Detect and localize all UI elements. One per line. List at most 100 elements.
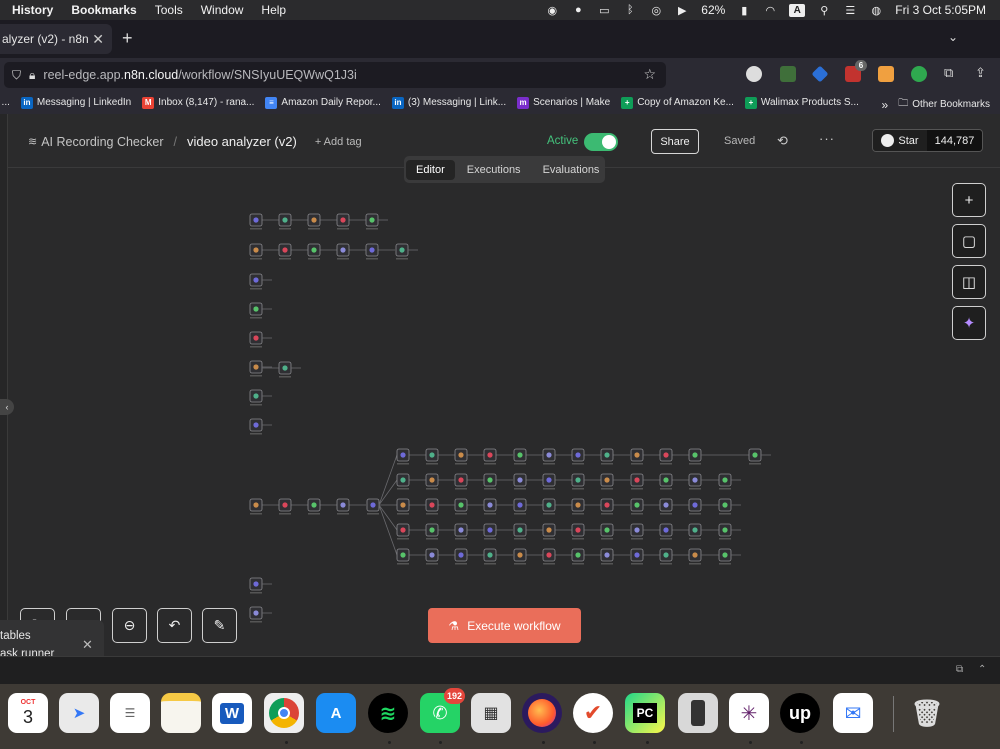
history-icon[interactable]: ⟲	[777, 133, 788, 149]
workflow-node[interactable]	[483, 548, 497, 565]
extensions-puzzle-icon[interactable]: ⧉	[944, 65, 953, 81]
workflow-node[interactable]	[600, 523, 614, 540]
mail-icon[interactable]: ✉	[833, 693, 873, 733]
workflow-node[interactable]	[278, 361, 292, 378]
workflow-node[interactable]	[718, 473, 732, 490]
workflow-node[interactable]	[630, 473, 644, 490]
trash-icon[interactable]: 🗑︎	[907, 693, 947, 733]
workflow-node[interactable]	[336, 498, 350, 515]
browser-tab[interactable]: alyzer (v2) - n8n ✕	[0, 24, 112, 54]
tab-executions[interactable]: Executions	[457, 160, 531, 180]
workflow-node[interactable]	[688, 448, 702, 465]
workflow-node[interactable]	[600, 448, 614, 465]
workflow-node[interactable]	[483, 473, 497, 490]
workflow-node[interactable]	[249, 273, 263, 290]
ai-sparkle-icon[interactable]: ✦	[952, 306, 986, 340]
share-icon[interactable]: ⇪	[975, 65, 986, 81]
workflow-node[interactable]	[542, 473, 556, 490]
iphone-mirroring-icon[interactable]	[678, 693, 718, 733]
workflow-node[interactable]	[513, 448, 527, 465]
menu-help[interactable]: Help	[261, 3, 286, 17]
workflow-canvas[interactable]: + ▢ ◫ ✦	[8, 168, 1000, 656]
workflow-node[interactable]	[249, 389, 263, 406]
extension-icon[interactable]	[878, 66, 894, 82]
slack-icon[interactable]: ✳	[729, 693, 769, 733]
github-star-button[interactable]: Star 144,787	[872, 129, 983, 152]
battery-icon[interactable]: ▮	[737, 4, 751, 17]
workflow-node[interactable]	[688, 548, 702, 565]
workflow-node[interactable]	[454, 548, 468, 565]
control-center-icon[interactable]: ☰	[843, 4, 857, 17]
bookmark-star-icon[interactable]: ☆	[643, 66, 656, 83]
workflow-node[interactable]	[454, 448, 468, 465]
workflow-node[interactable]	[630, 448, 644, 465]
workflow-node[interactable]	[542, 523, 556, 540]
bookmark-item[interactable]: t ...	[0, 97, 10, 108]
reminders-icon[interactable]: ☰	[110, 693, 150, 733]
close-icon[interactable]: ✕	[82, 637, 93, 653]
new-tab-icon[interactable]: +	[122, 29, 133, 47]
workflow-node[interactable]	[688, 473, 702, 490]
workflow-node[interactable]	[425, 473, 439, 490]
workflow-node[interactable]	[630, 548, 644, 565]
workflow-node[interactable]	[483, 523, 497, 540]
share-button[interactable]: Share	[651, 129, 699, 154]
workflow-node[interactable]	[659, 523, 673, 540]
workflow-node[interactable]	[249, 213, 263, 230]
tidy-up-button[interactable]: ✎	[202, 608, 237, 643]
chevron-double-right-icon[interactable]: »	[882, 98, 889, 112]
maps-icon[interactable]: ➤	[59, 693, 99, 733]
more-icon[interactable]: ···	[819, 131, 835, 146]
workflow-node[interactable]	[542, 548, 556, 565]
bookmark-item[interactable]: M Inbox (8,147) - rana...	[142, 96, 254, 109]
chevron-down-icon[interactable]: ⌄	[948, 30, 958, 44]
workflow-node[interactable]	[249, 302, 263, 319]
accessibility-icon[interactable]: ◎	[649, 4, 663, 17]
user-icon[interactable]: ●	[571, 4, 585, 16]
sticky-note-icon[interactable]: ▢	[952, 224, 986, 258]
workflow-node[interactable]	[600, 473, 614, 490]
input-source-icon[interactable]: A	[789, 3, 806, 17]
add-node-button[interactable]: +	[952, 183, 986, 217]
workflow-node[interactable]	[571, 523, 585, 540]
workflow-node[interactable]	[542, 448, 556, 465]
workflow-node[interactable]	[513, 523, 527, 540]
workflow-node[interactable]	[571, 473, 585, 490]
calculator-icon[interactable]: ▦	[471, 693, 511, 733]
panel-icon[interactable]: ◫	[952, 265, 986, 299]
workflow-node[interactable]	[278, 243, 292, 260]
workflow-node[interactable]	[396, 548, 410, 565]
whatsapp-icon[interactable]: ✆ 192	[420, 688, 465, 733]
workflow-node[interactable]	[249, 577, 263, 594]
upwork-icon[interactable]: up	[780, 693, 820, 733]
workflow-node[interactable]	[366, 498, 380, 515]
workflow-node[interactable]	[249, 418, 263, 435]
extension-icon[interactable]: 6	[845, 60, 867, 82]
undo-button[interactable]: ↶	[157, 608, 192, 643]
workflow-node[interactable]	[600, 548, 614, 565]
zoom-out-button[interactable]: ⊖	[112, 608, 147, 643]
workflow-node[interactable]	[278, 498, 292, 515]
word-icon[interactable]: W	[212, 693, 252, 733]
extension-icon[interactable]	[811, 65, 829, 83]
workflow-node[interactable]	[396, 473, 410, 490]
display-icon[interactable]: ▭	[597, 4, 611, 17]
workflow-node[interactable]	[659, 498, 673, 515]
tracker-icon[interactable]: ✔	[573, 693, 613, 733]
bookmark-item[interactable]: ≡ Amazon Daily Repor...	[265, 96, 381, 109]
breadcrumb-project[interactable]: AI Recording Checker	[41, 135, 163, 149]
menu-history[interactable]: History	[12, 3, 53, 17]
app-store-icon[interactable]: A	[316, 693, 356, 733]
menu-window[interactable]: Window	[201, 3, 244, 17]
workflow-node[interactable]	[249, 498, 263, 515]
workflow-node[interactable]	[249, 243, 263, 260]
workflow-node[interactable]	[513, 473, 527, 490]
workflow-node[interactable]	[571, 448, 585, 465]
workflow-node[interactable]	[571, 498, 585, 515]
workflow-node[interactable]	[425, 523, 439, 540]
workflow-name[interactable]: video analyzer (v2)	[187, 134, 297, 149]
workflow-node[interactable]	[718, 548, 732, 565]
canvas-graph[interactable]	[8, 168, 1000, 656]
workflow-node[interactable]	[659, 448, 673, 465]
workflow-node[interactable]	[307, 243, 321, 260]
